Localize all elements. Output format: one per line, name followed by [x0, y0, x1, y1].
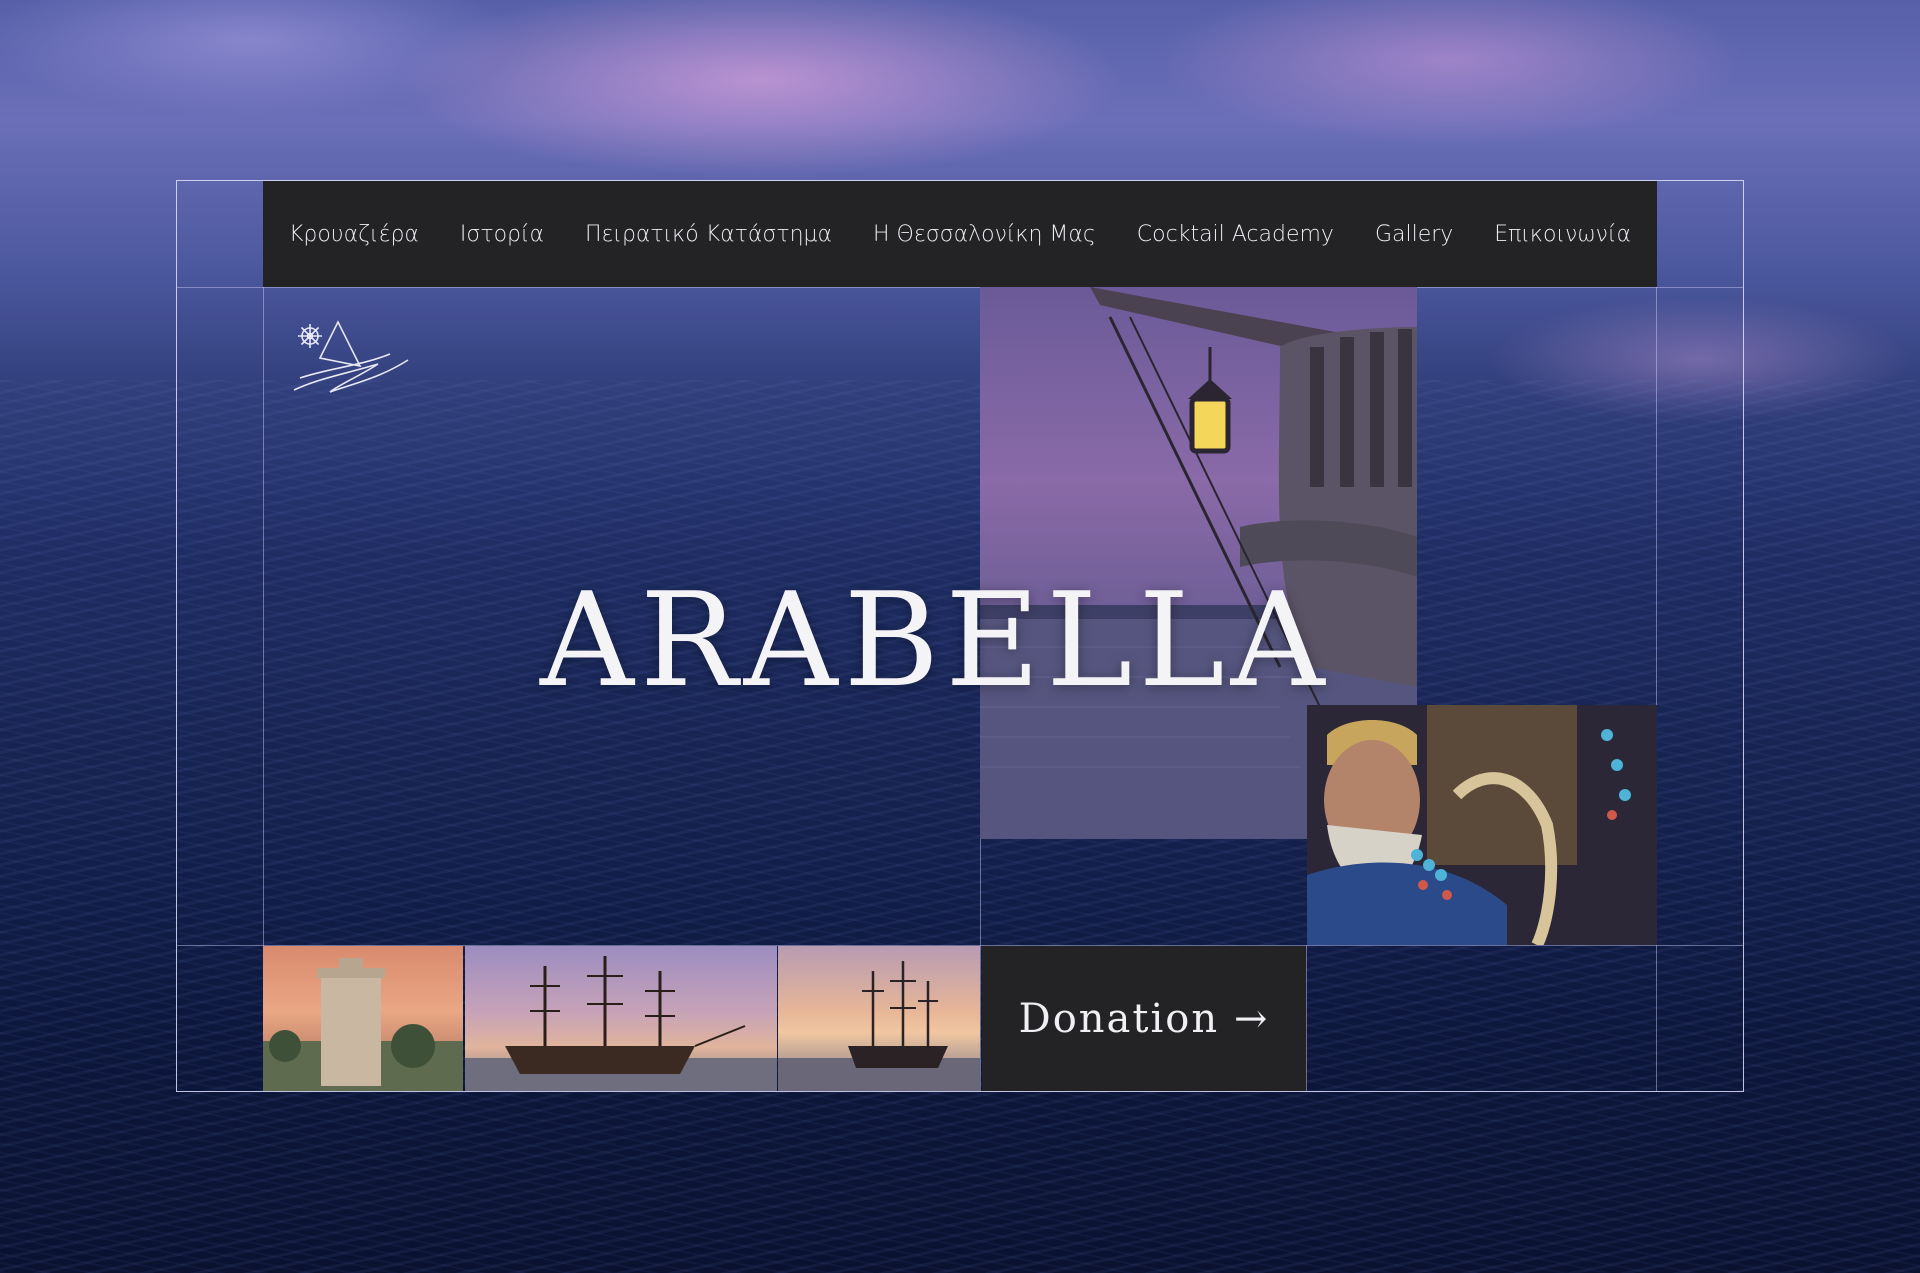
- ship-wheel-logo-icon[interactable]: [290, 318, 415, 398]
- donation-label: Donation →: [1018, 995, 1270, 1042]
- nav-item-gallery[interactable]: Gallery: [1375, 222, 1453, 247]
- white-tower-image: [263, 958, 463, 1091]
- white-tower-photo[interactable]: [263, 946, 463, 1091]
- main-nav: Κρουαζιέρα Ιστορία Πειρατικό Κατάστημα Η…: [263, 181, 1657, 287]
- nav-item-pirate-shop[interactable]: Πειρατικό Κατάστημα: [585, 222, 832, 247]
- nav-item-history[interactable]: Ιστορία: [460, 222, 544, 247]
- pirate-ship-photo[interactable]: [465, 946, 777, 1091]
- hero-title: ARABELLA: [540, 564, 1331, 716]
- nav-item-our-thessaloniki[interactable]: Η Θεσσαλονίκη Μας: [873, 222, 1096, 247]
- pirate-portrait-image: [1307, 705, 1657, 945]
- grid-line: [177, 287, 1743, 288]
- pirate-portrait-photo: [1307, 705, 1657, 945]
- ship-sunset-photo[interactable]: [778, 946, 980, 1091]
- grid-line: [1656, 181, 1657, 1091]
- nav-item-cocktail-academy[interactable]: Cocktail Academy: [1137, 222, 1334, 247]
- nav-item-cruise[interactable]: Κρουαζιέρα: [289, 222, 419, 247]
- donation-button[interactable]: Donation →: [982, 946, 1306, 1091]
- ship-sunset-image: [778, 961, 980, 1091]
- pirate-ship-image: [465, 956, 777, 1091]
- nav-item-contact[interactable]: Επικοινωνία: [1494, 222, 1631, 247]
- grid-line: [1306, 945, 1307, 1091]
